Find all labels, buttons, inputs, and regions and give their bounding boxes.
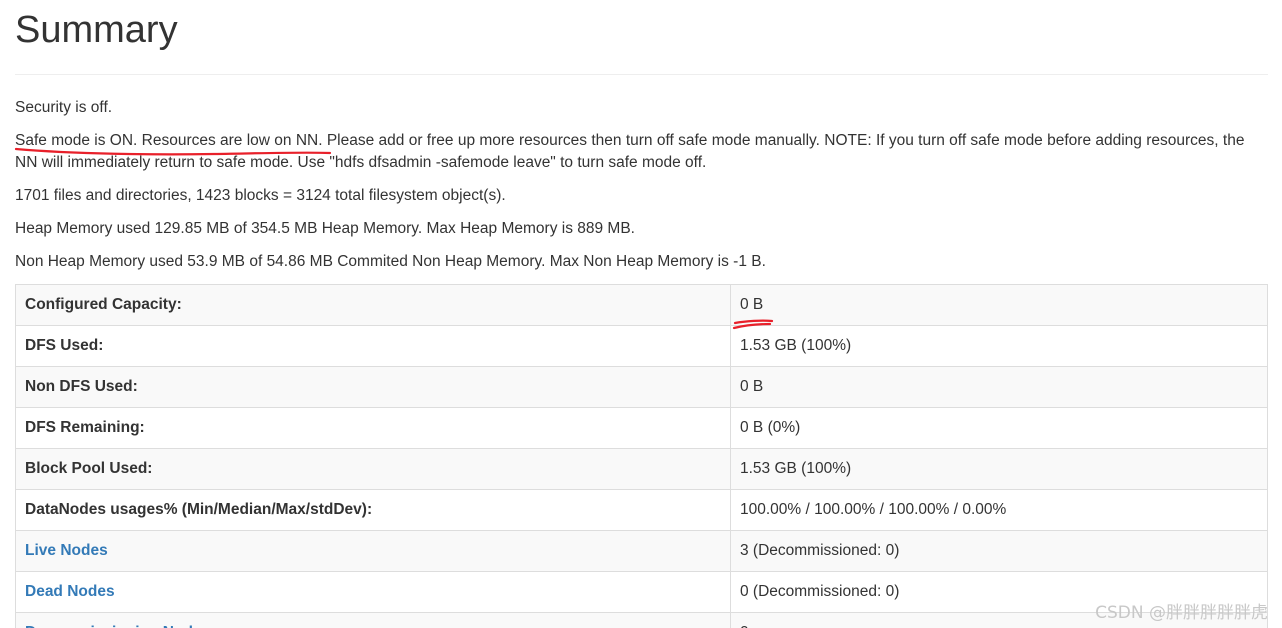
decommissioning-nodes-cell: Decommissioning Nodes bbox=[15, 612, 731, 628]
row-value: 0 (Decommissioned: 0) bbox=[730, 571, 1268, 613]
row-key: Block Pool Used: bbox=[15, 448, 731, 490]
table-row: Block Pool Used: 1.53 GB (100%) bbox=[15, 448, 1268, 490]
table-row: Dead Nodes 0 (Decommissioned: 0) bbox=[15, 571, 1268, 613]
row-key: DFS Remaining: bbox=[15, 407, 731, 449]
table-row: Live Nodes 3 (Decommissioned: 0) bbox=[15, 530, 1268, 572]
live-nodes-cell: Live Nodes bbox=[15, 530, 731, 572]
row-value: 1.53 GB (100%) bbox=[730, 448, 1268, 490]
security-status: Security is off. bbox=[15, 99, 113, 116]
dead-nodes-cell: Dead Nodes bbox=[15, 571, 731, 613]
nonheap-memory: Non Heap Memory used 53.9 MB of 54.86 MB… bbox=[15, 253, 766, 270]
safemode-highlight: Safe mode is ON. Resources are low on NN bbox=[15, 132, 319, 149]
row-key: Non DFS Used: bbox=[15, 366, 731, 408]
table-row: Configured Capacity: 0 B bbox=[15, 284, 1268, 326]
live-nodes-link[interactable]: Live Nodes bbox=[25, 542, 108, 559]
summary-table: Configured Capacity: 0 B DFS Used: 1.53 … bbox=[15, 284, 1268, 628]
row-key: DataNodes usages% (Min/Median/Max/stdDev… bbox=[15, 489, 731, 531]
row-key: DFS Used: bbox=[15, 325, 731, 367]
row-value: 3 (Decommissioned: 0) bbox=[730, 530, 1268, 572]
safemode-status: Safe mode is ON. Resources are low on NN… bbox=[15, 130, 1268, 174]
page-title: Summary bbox=[15, 9, 178, 51]
title-divider bbox=[15, 74, 1268, 75]
row-value: 1.53 GB (100%) bbox=[730, 325, 1268, 367]
row-value: 0 bbox=[730, 612, 1268, 628]
table-row: DFS Remaining: 0 B (0%) bbox=[15, 407, 1268, 449]
row-value: 0 B bbox=[730, 284, 1268, 326]
row-value: 100.00% / 100.00% / 100.00% / 0.00% bbox=[730, 489, 1268, 531]
table-row: DFS Used: 1.53 GB (100%) bbox=[15, 325, 1268, 367]
row-value: 0 B (0%) bbox=[730, 407, 1268, 449]
decommissioning-nodes-link[interactable]: Decommissioning Nodes bbox=[25, 624, 210, 628]
row-value: 0 B bbox=[730, 366, 1268, 408]
table-row: Non DFS Used: 0 B bbox=[15, 366, 1268, 408]
heap-memory: Heap Memory used 129.85 MB of 354.5 MB H… bbox=[15, 220, 635, 237]
filesystem-objects: 1701 files and directories, 1423 blocks … bbox=[15, 187, 506, 204]
table-row: DataNodes usages% (Min/Median/Max/stdDev… bbox=[15, 489, 1268, 531]
row-key: Configured Capacity: bbox=[15, 284, 731, 326]
table-row: Decommissioning Nodes 0 bbox=[15, 612, 1268, 628]
dead-nodes-link[interactable]: Dead Nodes bbox=[25, 583, 115, 600]
